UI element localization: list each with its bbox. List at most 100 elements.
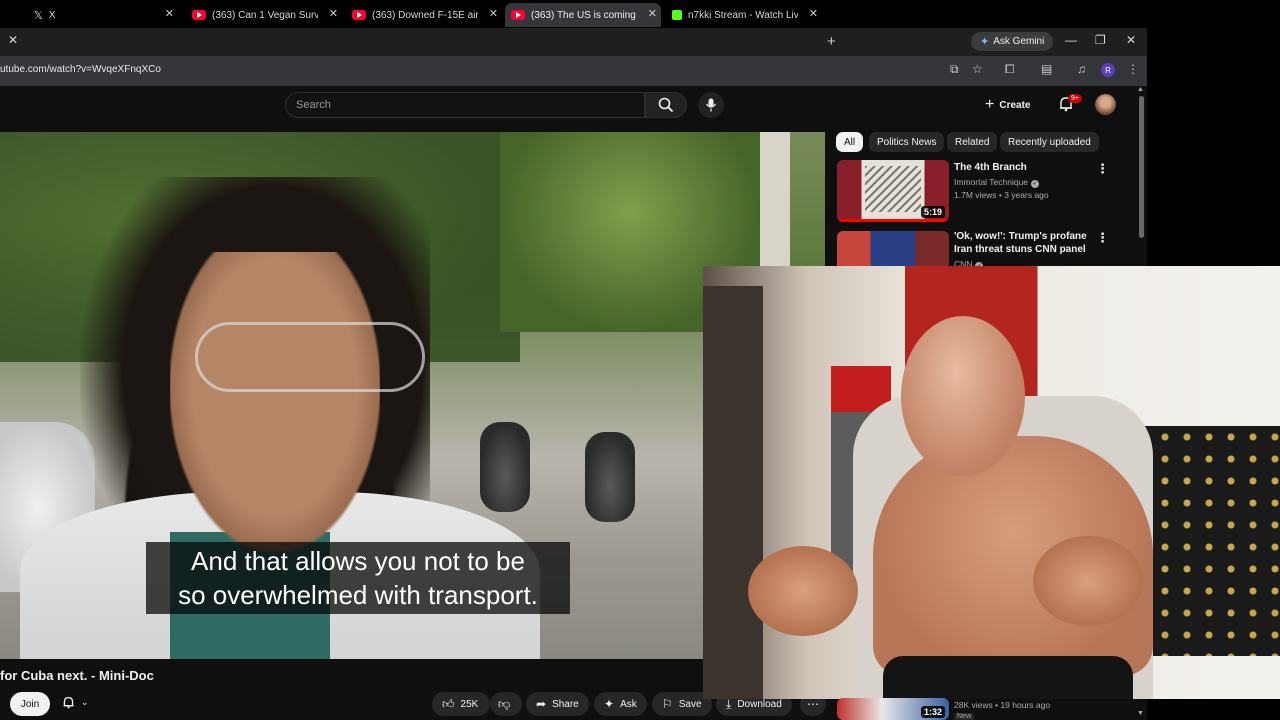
scrollbar-thumb[interactable]: [1139, 96, 1144, 238]
subscription-notifications-button[interactable]: ⌄: [62, 696, 89, 709]
tab-title: (363) Can 1 Vegan Survive 20 M: [212, 9, 318, 21]
tab-title: n7kki Stream - Watch Live on K: [688, 9, 798, 21]
webcam-right-hand: [1033, 536, 1143, 626]
create-label: Create: [999, 99, 1031, 111]
profile-avatar[interactable]: R: [1101, 63, 1115, 77]
caption-line-1: And that allows you not to be: [191, 546, 525, 576]
video-frame-scooter: [480, 422, 530, 512]
chip-all[interactable]: All: [836, 132, 864, 152]
tab-kick[interactable]: n7kki Stream - Watch Live on K ✕: [666, 3, 822, 27]
tab-close-icon[interactable]: ✕: [165, 7, 174, 20]
verified-check-icon: ✓: [1031, 180, 1040, 188]
sidebar-icon[interactable]: ▤: [1041, 62, 1052, 76]
dislike-button[interactable]: 👎︎: [490, 692, 522, 716]
sparkle-icon: ✦: [604, 697, 615, 711]
video-caption: And that allows you not to be so overwhe…: [146, 542, 570, 614]
share-button[interactable]: ➦ Share: [526, 692, 589, 716]
chip-recently-uploaded[interactable]: Recently uploaded: [1000, 132, 1099, 152]
scroll-down-arrow-icon[interactable]: ▼: [1137, 710, 1144, 717]
share-label: Share: [552, 698, 579, 710]
tab-f15[interactable]: (363) Downed F-15E airman his ✕: [346, 3, 502, 27]
search-icon: [658, 97, 674, 113]
webcam-overlay: [703, 266, 1280, 699]
search-button[interactable]: [645, 92, 687, 118]
thumbnail-artwork: [865, 166, 921, 212]
scroll-up-arrow-icon[interactable]: ▲: [1137, 86, 1144, 93]
video-duration: 1:32: [920, 706, 945, 718]
tab-close-icon[interactable]: ✕: [8, 33, 18, 47]
webcam-person-shorts: [883, 656, 1133, 699]
video-frame-motorbike: [585, 432, 635, 522]
more-options-icon[interactable]: ⋮: [1096, 161, 1109, 177]
ask-gemini-button[interactable]: ✦ Ask Gemini: [971, 32, 1054, 51]
join-button[interactable]: Join: [10, 692, 50, 716]
chip-politics-news[interactable]: Politics News: [869, 132, 945, 152]
video-title: for Cuba next. - Mini-Doc: [0, 668, 154, 683]
recommendation-thumbnail[interactable]: 1:32: [837, 698, 949, 720]
bookmark-star-icon[interactable]: ☆: [972, 62, 983, 76]
like-button[interactable]: 👍︎ 25K: [432, 692, 490, 716]
like-count: 25K: [460, 698, 479, 710]
media-controls-icon[interactable]: ♫: [1077, 62, 1086, 76]
recommendation-title[interactable]: 'Ok, wow!': Trump's profane Iran threat …: [954, 230, 1094, 256]
video-duration: 5:19: [920, 206, 945, 218]
url-text[interactable]: utube.com/watch?v=WvqeXFnqXCo: [0, 64, 161, 75]
video-frame-glasses: [195, 322, 425, 392]
ask-label: Ask: [620, 698, 637, 710]
tab-title: X: [48, 9, 56, 21]
recommendation-channel[interactable]: Immortal Technique ✓: [954, 177, 1040, 188]
tab-cuba-active[interactable]: (363) The US is coming for Cub ✕: [505, 3, 661, 27]
more-options-icon[interactable]: ⋮: [1096, 230, 1109, 246]
tab-vegan[interactable]: (363) Can 1 Vegan Survive 20 M ✕: [186, 3, 342, 27]
youtube-icon: [352, 10, 366, 20]
recommendation-meta: 28K views • 19 hours ago: [954, 700, 1051, 710]
recommendation-thumbnail[interactable]: 5:19: [837, 160, 949, 222]
plus-icon: +: [985, 96, 995, 113]
webcam-shelf: [703, 286, 763, 699]
ask-gemini-label: Ask Gemini: [993, 36, 1045, 47]
recommendation-title[interactable]: The 4th Branch: [954, 161, 1094, 174]
tab-close-icon[interactable]: ✕: [648, 7, 657, 20]
browser-menu-icon[interactable]: ⋮: [1127, 62, 1139, 76]
account-avatar[interactable]: [1095, 94, 1116, 115]
new-tab-button[interactable]: +: [827, 33, 836, 50]
notification-count-badge: 9+: [1068, 94, 1082, 103]
extensions-icon[interactable]: ⧠: [1005, 62, 1015, 77]
chevron-down-icon: ⌄: [81, 697, 89, 707]
webcam-left-hand: [748, 546, 858, 636]
tab-x[interactable]: 𝕏 X ✕: [28, 3, 178, 27]
chip-related[interactable]: Related: [947, 132, 998, 152]
watch-progress-bar: [837, 219, 949, 222]
recommendation-meta: 1.7M views • 3 years ago: [954, 190, 1049, 200]
share-arrow-icon: ➦: [536, 697, 547, 711]
tab-close-icon[interactable]: ✕: [809, 7, 818, 20]
tab-close-icon[interactable]: ✕: [329, 7, 338, 20]
search-input[interactable]: Search: [285, 92, 645, 118]
download-label: Download: [737, 698, 782, 710]
video-frame-person-face: [170, 252, 380, 552]
youtube-icon: [511, 10, 525, 20]
gemini-spark-icon: ✦: [980, 36, 990, 48]
new-badge: New: [954, 713, 975, 720]
more-horizontal-icon: ⋯: [807, 697, 819, 711]
tab-title: (363) Downed F-15E airman his: [372, 9, 478, 21]
save-label: Save: [678, 698, 702, 710]
ask-button[interactable]: ✦ Ask: [594, 692, 647, 716]
thumbs-down-icon: 👎︎: [498, 696, 511, 711]
bell-icon: [63, 696, 74, 709]
install-app-icon[interactable]: ⧉: [950, 62, 959, 77]
caption-line-2: so overwhelmed with transport.: [178, 580, 538, 610]
kick-icon: [672, 10, 682, 20]
tab-title: (363) The US is coming for Cub: [531, 9, 637, 21]
minimize-icon[interactable]: —: [1065, 33, 1077, 47]
create-button[interactable]: + Create: [985, 95, 1030, 115]
tab-close-icon[interactable]: ✕: [489, 7, 498, 20]
channel-name: Immortal Technique: [954, 177, 1029, 187]
restore-icon[interactable]: ❐: [1095, 33, 1106, 47]
thumbs-up-icon: 👍︎: [442, 696, 455, 711]
microphone-icon: [705, 98, 717, 112]
close-window-icon[interactable]: ✕: [1126, 33, 1136, 47]
webcam-person-head: [901, 316, 1025, 476]
x-logo-icon: 𝕏: [34, 9, 43, 22]
voice-search-button[interactable]: [698, 92, 724, 118]
